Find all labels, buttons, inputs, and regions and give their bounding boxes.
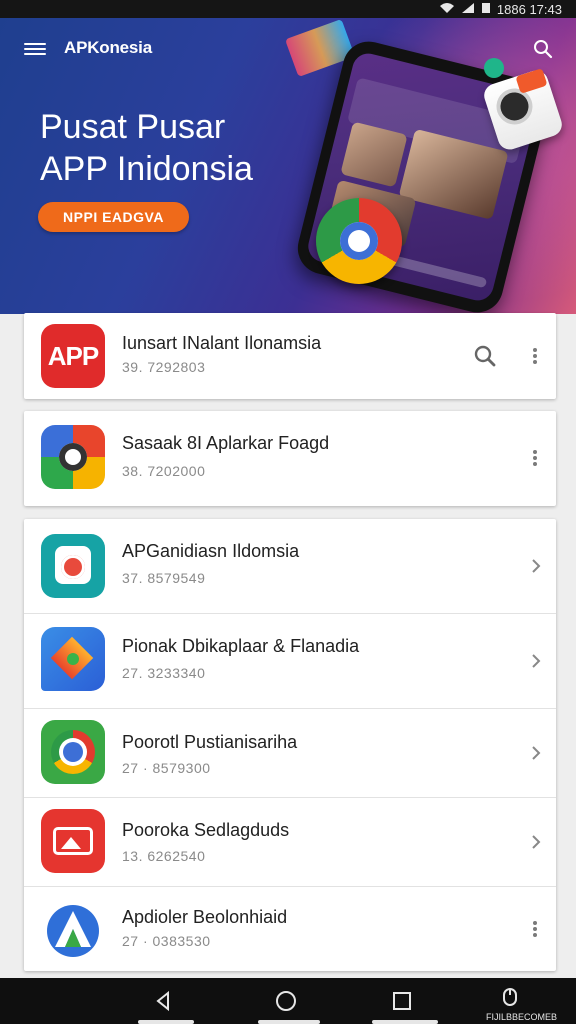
nav-label: FIJILBBECOMEB <box>486 1012 558 1022</box>
menu-icon[interactable] <box>24 40 46 58</box>
more-vert-icon[interactable] <box>533 446 537 470</box>
arrow-a-icon <box>41 899 105 963</box>
app-list-card: APGanidiasn Ildomsia 37. 8579549 Pionak … <box>24 519 556 971</box>
chevron-right-icon[interactable] <box>524 649 548 673</box>
app-name: Iunsart INalant Ilonamsia <box>122 333 322 353</box>
search-icon[interactable] <box>532 38 558 64</box>
app-downloads: 38. 7202000 <box>122 463 206 479</box>
signal-icon <box>461 2 475 17</box>
app-red-icon: APP <box>41 324 105 388</box>
brand-title: APKonesia <box>64 38 152 57</box>
navigation-bar: FIJILBBECOMEB <box>0 978 576 1024</box>
camera-app-icon <box>41 534 105 598</box>
list-item[interactable]: Sasaak 8I Aplarkar Foagd 38. 7202000 <box>24 411 556 506</box>
list-item[interactable]: Poorotl Pustianisariha 27 · 8579300 <box>24 709 556 797</box>
app-name: Pionak Dbikaplaar & Flanadia <box>122 636 360 656</box>
app-name: Pooroka Sedlagduds <box>122 820 290 840</box>
app-name: Sasaak 8I Aplarkar Foagd <box>122 433 330 453</box>
google-photos-icon <box>41 425 105 489</box>
assistant-icon[interactable] <box>497 984 523 1010</box>
chevron-right-icon[interactable] <box>524 554 548 578</box>
chevron-right-icon[interactable] <box>524 741 548 765</box>
chrome-logo-decoration <box>316 198 402 284</box>
list-item[interactable]: APP Iunsart INalant Ilonamsia 39. 729280… <box>24 313 556 399</box>
battery-icon <box>481 2 491 17</box>
recents-icon[interactable] <box>389 988 415 1014</box>
status-time: 1886 17:43 <box>496 1 562 17</box>
list-item[interactable]: Apdioler Beolonhiaid 27 · 0383530 <box>24 887 556 971</box>
home-icon[interactable] <box>273 988 299 1014</box>
more-vert-icon[interactable] <box>533 344 537 368</box>
app-name: APGanidiasn Ildomsia <box>122 541 300 561</box>
badge-decoration <box>484 58 504 78</box>
hero-title: Pusat Pusar APP Inidonsia <box>40 106 330 190</box>
list-item[interactable]: Pooroka Sedlagduds 13. 6262540 <box>24 798 556 886</box>
app-downloads: 27 · 0383530 <box>122 933 211 949</box>
gesture-handle <box>258 1020 320 1024</box>
hero-title-line2: APP Inidonsia <box>40 150 253 188</box>
list-item[interactable]: Pionak Dbikaplaar & Flanadia 27. 3233340 <box>24 614 556 708</box>
back-icon[interactable] <box>150 988 176 1014</box>
hero-cta-button[interactable]: NPPI EADGVA <box>38 202 189 232</box>
gesture-handle <box>138 1020 194 1024</box>
chrome-icon <box>41 720 105 784</box>
more-vert-icon[interactable] <box>533 917 537 941</box>
rocket-app-icon <box>41 627 105 691</box>
app-card: APP Iunsart INalant Ilonamsia 39. 729280… <box>24 313 556 399</box>
app-downloads: 13. 6262540 <box>122 848 206 864</box>
search-icon[interactable] <box>473 344 497 368</box>
app-name: Poorotl Pustianisariha <box>122 732 298 752</box>
hero-banner: APKonesia Pusat Pusar APP Inidonsia NPPI… <box>0 18 576 314</box>
app-downloads: 37. 8579549 <box>122 570 206 586</box>
gesture-handle <box>372 1020 438 1024</box>
list-item[interactable]: APGanidiasn Ildomsia 37. 8579549 <box>24 519 556 613</box>
chevron-right-icon[interactable] <box>524 830 548 854</box>
app-card: Sasaak 8I Aplarkar Foagd 38. 7202000 <box>24 411 556 506</box>
hero-title-line1: Pusat Pusar <box>40 108 226 146</box>
app-downloads: 27. 3233340 <box>122 665 206 681</box>
app-downloads: 39. 7292803 <box>122 359 206 375</box>
wifi-icon <box>439 2 455 17</box>
red-video-icon <box>41 809 105 873</box>
status-bar: 1886 17:43 <box>0 0 576 18</box>
app-name: Apdioler Beolonhiaid <box>122 907 288 927</box>
app-downloads: 27 · 8579300 <box>122 760 211 776</box>
